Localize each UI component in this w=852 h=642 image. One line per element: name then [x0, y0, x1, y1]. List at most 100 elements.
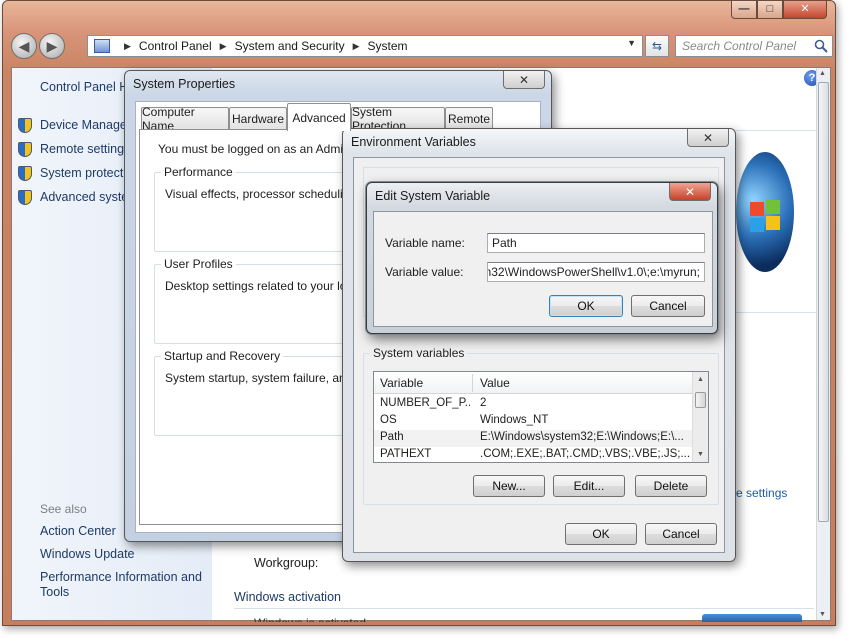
- see-also-heading: See also: [40, 502, 87, 516]
- variable-value-text: em32\WindowsPowerShell\v1.0\;e:\myrun;: [487, 265, 700, 279]
- forward-arrow-icon[interactable]: ▶: [39, 33, 65, 59]
- uac-shield-icon: [18, 190, 32, 205]
- variable-name-input[interactable]: Path: [487, 233, 705, 253]
- group-label: User Profiles: [161, 257, 236, 271]
- refresh-icon[interactable]: ⇆: [645, 35, 669, 57]
- maximize-icon[interactable]: □: [757, 1, 783, 19]
- scrollbar-thumb[interactable]: [818, 82, 829, 522]
- chevron-right-icon: ▶: [124, 40, 131, 51]
- tab-hardware[interactable]: Hardware: [229, 107, 287, 129]
- performance-information-link-line2[interactable]: Tools: [40, 585, 69, 599]
- column-header-value[interactable]: Value: [480, 376, 510, 390]
- search-input[interactable]: Search Control Panel: [675, 35, 833, 57]
- value-cell: Windows_NT: [480, 414, 549, 426]
- scroll-up-icon[interactable]: ▲: [697, 376, 704, 383]
- dialog-title: Environment Variables: [351, 135, 476, 149]
- scrollbar-thumb[interactable]: [695, 392, 706, 408]
- column-divider[interactable]: [472, 374, 473, 392]
- value-cell: 2: [480, 397, 487, 409]
- change-settings-link[interactable]: e settings: [736, 486, 787, 500]
- new-button[interactable]: New...: [473, 475, 545, 497]
- scroll-up-icon[interactable]: ▲: [819, 70, 826, 77]
- edit-system-variable-dialog: Edit System Variable ✕ Variable name: Pa…: [366, 182, 718, 334]
- ok-button[interactable]: OK: [565, 523, 637, 545]
- dialog-title: Edit System Variable: [375, 189, 491, 203]
- chevron-right-icon: ▶: [219, 40, 227, 51]
- logo-pane: [766, 200, 780, 214]
- action-center-link[interactable]: Action Center: [40, 524, 116, 538]
- variable-cell: NUMBER_OF_P...: [380, 397, 470, 409]
- system-protection-link[interactable]: System protectio: [40, 166, 133, 180]
- tab-remote[interactable]: Remote: [445, 107, 493, 129]
- tab-system-protection[interactable]: System Protection: [351, 105, 445, 133]
- genuine-badge: [702, 614, 802, 622]
- value-cell: E:\Windows\system32;E:\Windows;E:\...: [480, 431, 684, 443]
- scroll-down-icon[interactable]: ▼: [697, 451, 704, 458]
- divider: [736, 312, 816, 313]
- control-panel-icon: [94, 39, 110, 53]
- variable-cell: Path: [380, 431, 404, 443]
- cancel-button[interactable]: Cancel: [631, 295, 705, 317]
- table-header: Variable Value: [374, 372, 694, 394]
- table-row[interactable]: Path E:\Windows\system32;E:\Windows;E:\.…: [374, 430, 694, 447]
- device-manager-link[interactable]: Device Manager: [40, 118, 131, 132]
- cancel-button[interactable]: Cancel: [645, 523, 717, 545]
- table-row[interactable]: NUMBER_OF_P... 2: [374, 396, 694, 413]
- window-caption-buttons: — □ ✕: [731, 1, 827, 19]
- control-panel-home-link[interactable]: Control Panel Ho: [40, 80, 135, 94]
- uac-shield-icon: [18, 142, 32, 157]
- system-variables-table[interactable]: Variable Value NUMBER_OF_P... 2 OS Windo…: [373, 371, 709, 463]
- workgroup-label: Workgroup:: [254, 556, 319, 570]
- divider: [736, 130, 816, 131]
- vertical-scrollbar[interactable]: ▲ ▼: [816, 68, 830, 620]
- windows-logo: [736, 152, 794, 272]
- address-bar[interactable]: ▶ Control Panel ▶ System and Security ▶ …: [87, 35, 643, 57]
- group-label: Performance: [161, 165, 236, 179]
- breadcrumb-control-panel[interactable]: Control Panel: [139, 39, 212, 53]
- value-cell: .COM;.EXE;.BAT;.CMD;.VBS;.VBE;.JS;...: [480, 448, 690, 460]
- logo-pane: [750, 202, 764, 216]
- admin-note: You must be logged on as an Administra: [158, 142, 373, 156]
- group-label: System variables: [370, 346, 468, 360]
- chevron-down-icon[interactable]: ▼: [627, 38, 636, 48]
- logo-pane: [766, 216, 780, 230]
- tab-advanced[interactable]: Advanced: [287, 103, 351, 131]
- scroll-down-icon[interactable]: ▼: [819, 611, 826, 618]
- performance-information-link[interactable]: Performance Information and: [40, 570, 202, 584]
- ok-button[interactable]: OK: [549, 295, 623, 317]
- minimize-icon[interactable]: —: [731, 1, 757, 19]
- table-scrollbar[interactable]: ▲ ▼: [692, 372, 708, 462]
- close-icon[interactable]: ✕: [669, 183, 711, 201]
- close-icon[interactable]: ✕: [687, 129, 729, 147]
- delete-button[interactable]: Delete: [635, 475, 707, 497]
- variable-name-label: Variable name:: [385, 236, 465, 250]
- tab-computer-name[interactable]: Computer Name: [141, 105, 229, 133]
- close-icon[interactable]: ✕: [503, 71, 545, 89]
- logo-pane: [750, 218, 764, 232]
- divider: [234, 608, 814, 609]
- windows-activation-heading: Windows activation: [234, 590, 341, 604]
- remote-settings-link[interactable]: Remote settings: [40, 142, 130, 156]
- dialog-title: System Properties: [133, 77, 236, 91]
- chevron-right-icon: ▶: [352, 40, 360, 51]
- close-icon[interactable]: ✕: [783, 1, 827, 19]
- breadcrumb-system-and-security[interactable]: System and Security: [235, 39, 345, 53]
- search-placeholder: Search Control Panel: [682, 39, 797, 53]
- breadcrumb-system[interactable]: System: [368, 39, 408, 53]
- variable-value-input[interactable]: em32\WindowsPowerShell\v1.0\;e:\myrun;: [487, 262, 705, 282]
- activation-status: Windows is activated: [254, 616, 366, 622]
- uac-shield-icon: [18, 118, 32, 133]
- table-row[interactable]: OS Windows_NT: [374, 413, 694, 430]
- column-header-variable[interactable]: Variable: [380, 376, 423, 390]
- navigation-bar: ◀ ▶ ▶ Control Panel ▶ System and Securit…: [9, 31, 833, 63]
- uac-shield-icon: [18, 166, 32, 181]
- group-label: Startup and Recovery: [161, 349, 284, 363]
- back-arrow-icon[interactable]: ◀: [11, 33, 37, 59]
- search-icon[interactable]: [814, 39, 828, 56]
- edit-button[interactable]: Edit...: [553, 475, 625, 497]
- group-description: Desktop settings related to your logon: [165, 279, 367, 293]
- windows-update-link[interactable]: Windows Update: [40, 547, 135, 561]
- table-row[interactable]: PATHEXT .COM;.EXE;.BAT;.CMD;.VBS;.VBE;.J…: [374, 447, 694, 462]
- variable-cell: OS: [380, 414, 397, 426]
- variable-cell: PATHEXT: [380, 448, 432, 460]
